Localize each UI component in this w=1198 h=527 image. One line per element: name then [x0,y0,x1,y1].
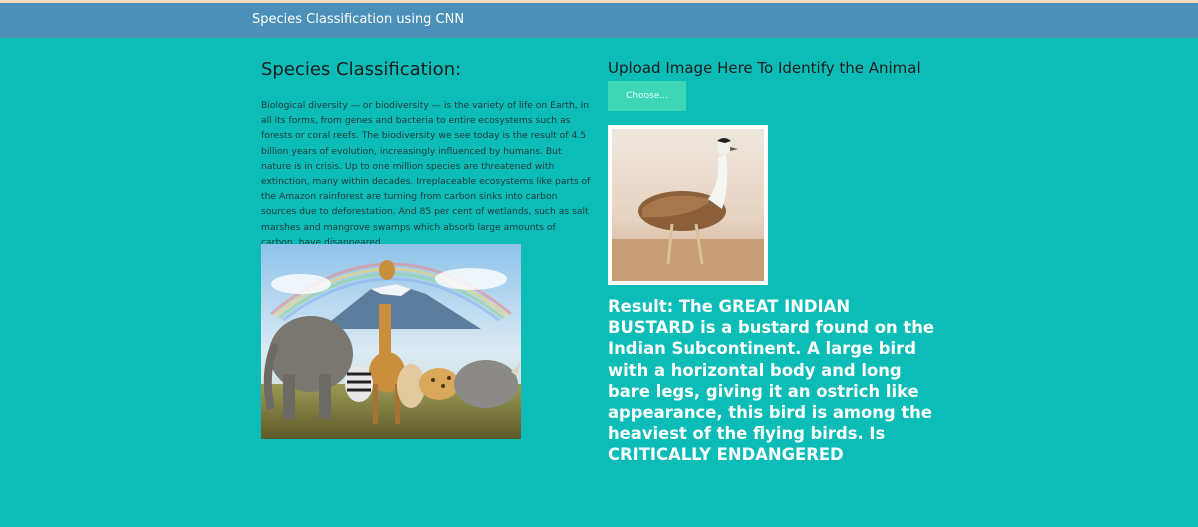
upload-section: Upload Image Here To Identify the Animal… [608,57,948,111]
uploaded-image-preview [608,125,768,285]
navbar-brand[interactable]: Species Classification using CNN [252,12,464,27]
navbar: Species Classification using CNN [0,3,1198,38]
intro-section: Species Classification: Biological diver… [261,58,591,250]
choose-file-button[interactable]: Choose... [608,81,686,111]
wildlife-hero-image [261,244,521,439]
upload-heading: Upload Image Here To Identify the Animal [608,59,921,77]
intro-description: Biological diversity — or biodiversity —… [261,100,591,248]
page-title: Species Classification: [261,59,462,80]
classification-result: Result: The GREAT INDIAN BUSTARD is a bu… [608,297,934,465]
